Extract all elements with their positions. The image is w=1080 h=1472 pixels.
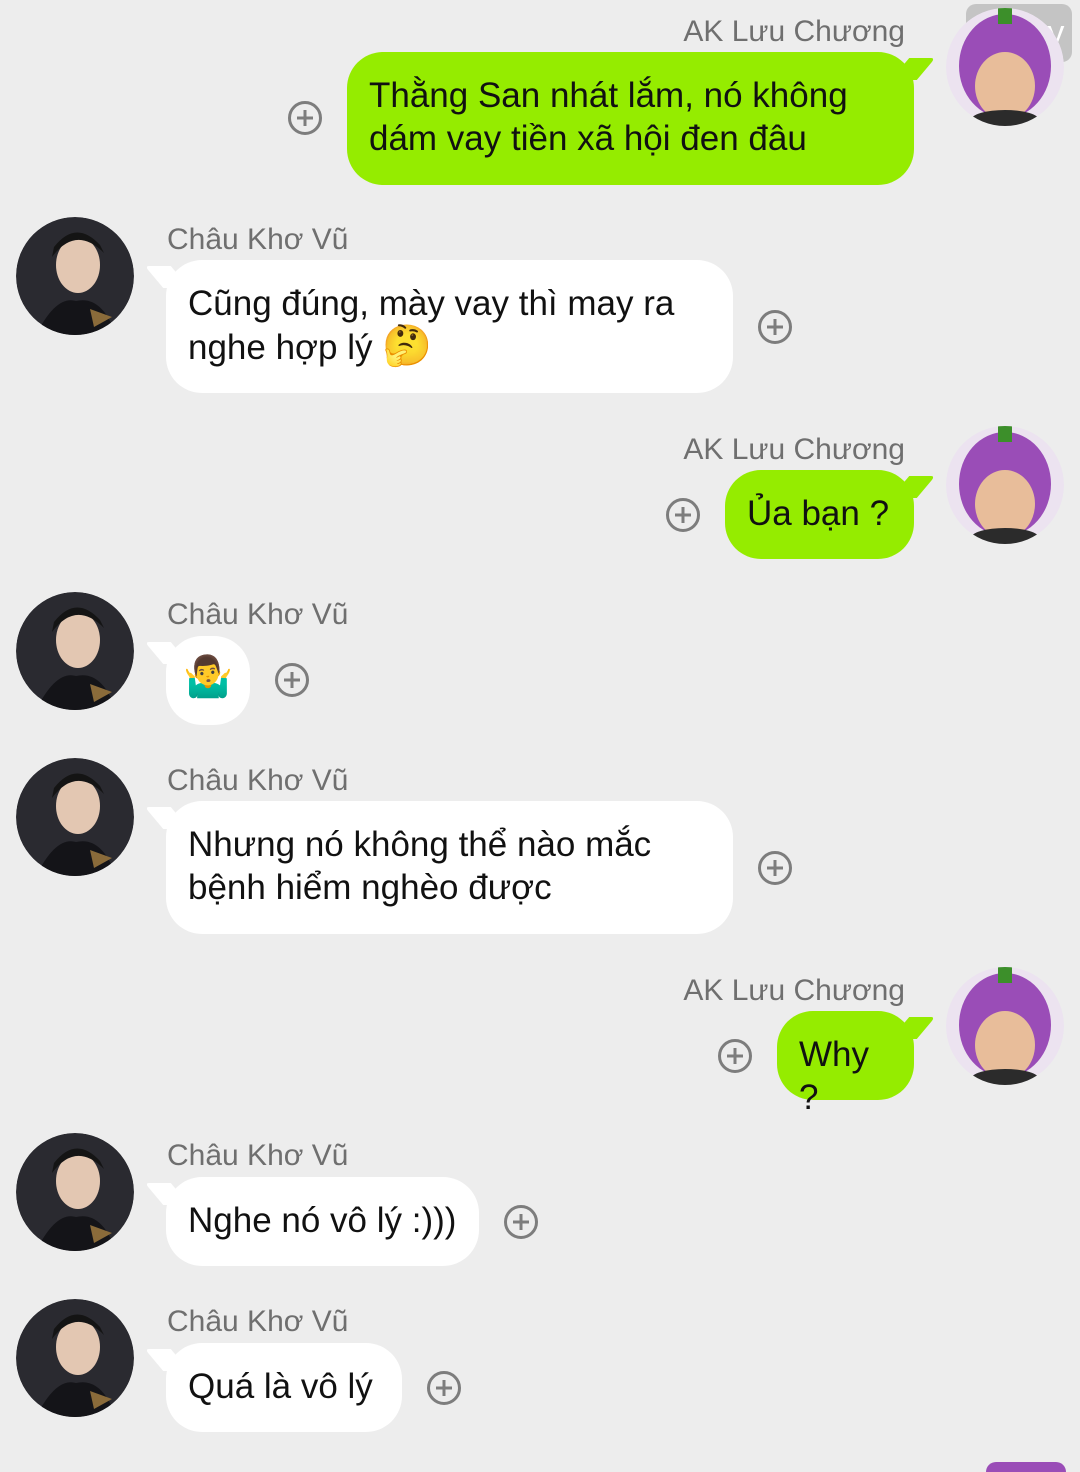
- message-text-line: Quá là vô lý: [188, 1367, 373, 1406]
- add-reaction-button[interactable]: [504, 1205, 538, 1239]
- message-bubble-received[interactable]: Cũng đúng, mày vay thì may ra nghe hợp l…: [166, 260, 733, 393]
- message-bubble-sent[interactable]: Why ?: [777, 1011, 914, 1117]
- message-text-line: Nghe nó vô lý :))): [188, 1201, 457, 1240]
- message-bubble-sent[interactable]: Thằng San nhát lắm, nó không dám vay tiề…: [347, 52, 914, 185]
- message-bubble-received[interactable]: Nghe nó vô lý :))): [166, 1177, 479, 1266]
- message-text-line: Thằng San nhát lắm, nó không: [369, 76, 848, 115]
- sender-name: AK Lưu Chương: [683, 433, 905, 466]
- sender-name: AK Lưu Chương: [683, 974, 905, 1007]
- add-reaction-button[interactable]: [718, 1039, 752, 1073]
- message-text-line: Ủa bạn ?: [747, 494, 890, 533]
- sender-name: AK Lưu Chương: [683, 15, 905, 48]
- avatar-them[interactable]: [16, 758, 134, 876]
- avatar-me-partial: [986, 1462, 1066, 1472]
- avatar-them[interactable]: [16, 592, 134, 710]
- avatar-them[interactable]: [16, 1133, 134, 1251]
- avatar-me[interactable]: [946, 967, 1064, 1085]
- sender-name: Châu Khơ Vũ: [167, 764, 349, 797]
- message-bubble-received[interactable]: Nhưng nó không thể nào mắc bệnh hiểm ngh…: [166, 801, 733, 934]
- thinking-face-emoji: 🤔: [382, 324, 433, 368]
- message-text-line: Nhưng nó không thể nào mắc: [188, 825, 652, 864]
- sender-name: Châu Khơ Vũ: [167, 598, 349, 631]
- add-reaction-button[interactable]: [275, 663, 309, 697]
- sender-name: Châu Khơ Vũ: [167, 223, 349, 256]
- sender-name: Châu Khơ Vũ: [167, 1139, 349, 1172]
- message-bubble-received[interactable]: 🤷‍♂️: [166, 636, 250, 725]
- message-bubble-sent[interactable]: Ủa bạn ?: [725, 470, 914, 559]
- avatar-them[interactable]: [16, 1299, 134, 1417]
- avatar-them[interactable]: [16, 217, 134, 335]
- message-bubble-received[interactable]: Quá là vô lý: [166, 1343, 402, 1432]
- message-text-line: nghe hợp lý 🤔: [188, 324, 433, 368]
- add-reaction-button[interactable]: [758, 851, 792, 885]
- add-reaction-button[interactable]: [758, 310, 792, 344]
- add-reaction-button[interactable]: [666, 498, 700, 532]
- avatar-me[interactable]: [946, 8, 1064, 126]
- message-text-line: bệnh hiểm nghèo được: [188, 868, 552, 907]
- add-reaction-button[interactable]: [427, 1371, 461, 1405]
- sender-name: Châu Khơ Vũ: [167, 1305, 349, 1338]
- message-text-line: dám vay tiền xã hội đen đâu: [369, 119, 807, 158]
- message-text-line: Cũng đúng, mày vay thì may ra: [188, 284, 675, 323]
- shrug-emoji: 🤷‍♂️: [183, 655, 233, 699]
- avatar-me[interactable]: [946, 426, 1064, 544]
- add-reaction-button[interactable]: [288, 101, 322, 135]
- message-text-line: Why ?: [799, 1035, 869, 1117]
